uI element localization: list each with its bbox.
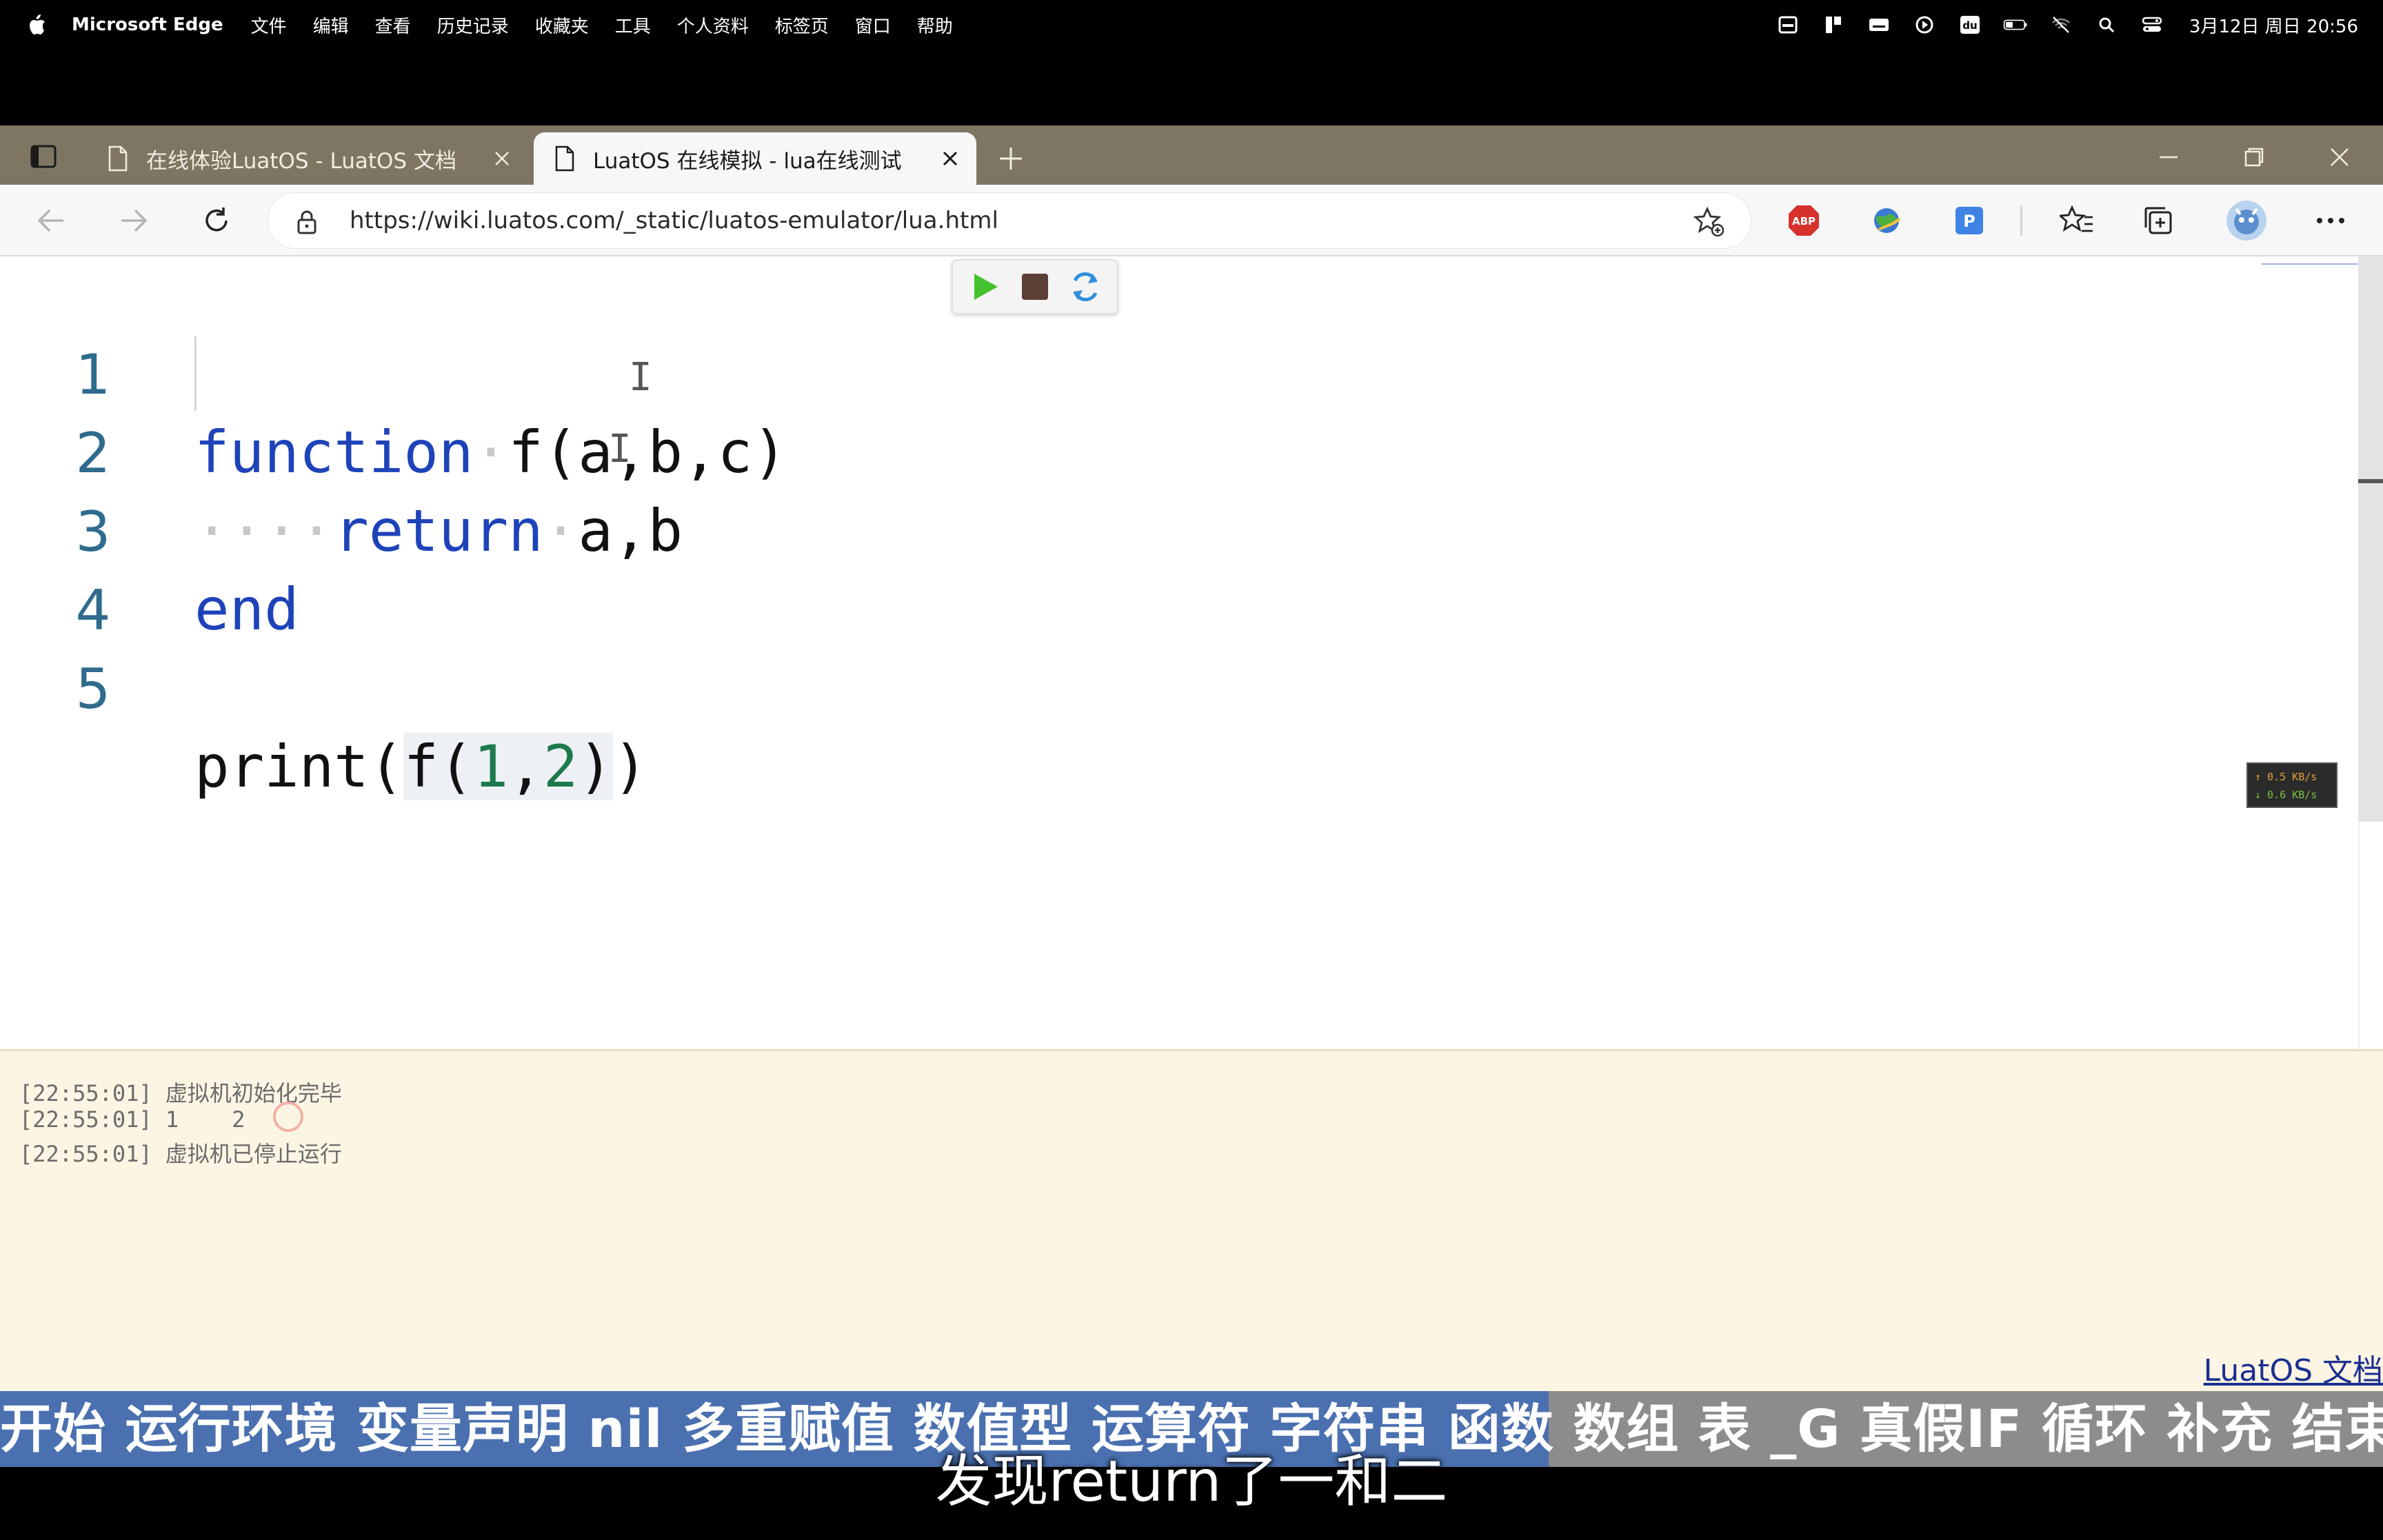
tab-title: LuatOS 在线模拟 - lua在线测试 <box>593 148 902 174</box>
bookmark-app-icon[interactable] <box>1821 14 1846 35</box>
svg-text:ABP: ABP <box>1792 215 1816 227</box>
code-text[interactable]: print(f(1,2)) <box>194 728 647 805</box>
text-cursor-ibeam-icon: I <box>629 355 652 400</box>
click-indicator <box>273 1102 303 1132</box>
url-text[interactable]: https://wiki.luatos.com/_static/luatos-e… <box>350 207 998 234</box>
battery-icon[interactable] <box>2003 14 2028 35</box>
play-circle-icon[interactable] <box>1912 14 1937 35</box>
browser-tab-strip: 在线体验LuatOS - LuatOS 文档 LuatOS 在线模拟 - lua… <box>0 125 2383 185</box>
input-method-icon[interactable]: du <box>1958 14 1982 35</box>
upload-speed: ↑ 0.5 KB/s <box>2255 771 2317 783</box>
minimap-marker <box>2262 258 2358 265</box>
minimize-window-icon[interactable] <box>2151 142 2186 172</box>
add-favorite-icon[interactable] <box>1693 205 1726 239</box>
close-tab-icon[interactable] <box>938 146 963 171</box>
tab-luatos-docs[interactable]: 在线体验LuatOS - LuatOS 文档 <box>90 132 528 185</box>
mouse-ibeam-icon: I <box>608 427 632 472</box>
scrollbar-thumb[interactable] <box>2358 256 2383 822</box>
run-play-icon[interactable] <box>965 267 1005 307</box>
app-name-menu[interactable]: Microsoft Edge <box>72 14 223 35</box>
code-line[interactable]: 1 function·f(a,b,c) <box>0 259 787 486</box>
favorites-icon[interactable] <box>2058 201 2096 240</box>
menu-history[interactable]: 历史记录 <box>437 12 509 38</box>
menu-help[interactable]: 帮助 <box>917 12 953 38</box>
svg-text:du: du <box>1962 19 1977 32</box>
code-line[interactable]: 3 end <box>0 416 299 643</box>
forward-arrow-icon[interactable] <box>114 201 153 240</box>
code-line[interactable]: 4 <box>0 495 209 642</box>
page-icon <box>108 145 128 172</box>
keyword-token: function <box>194 418 474 486</box>
apple-logo-icon[interactable] <box>25 13 48 37</box>
log-line: [22:55:01] 1 2 <box>19 1106 245 1133</box>
code-editor[interactable]: 1 function·f(a,b,c) 2 ····return·a,b 3 e… <box>0 256 2358 1049</box>
translate-extension-icon[interactable]: P <box>1950 201 1989 240</box>
download-speed: ↓ 0.6 KB/s <box>2255 789 2317 801</box>
lock-icon[interactable] <box>293 208 321 236</box>
keyboard-icon[interactable] <box>1867 14 1891 35</box>
browser-toolbar: https://wiki.luatos.com/_static/luatos-e… <box>0 185 2383 256</box>
keyword-token: return <box>334 497 543 565</box>
line-number: 5 <box>75 657 111 721</box>
close-tab-icon[interactable] <box>490 146 514 171</box>
menu-bar-clock[interactable]: 3月12日 周日 20:56 <box>2189 12 2358 38</box>
search-icon[interactable] <box>2094 14 2119 35</box>
menu-profile[interactable]: 个人资料 <box>677 12 749 38</box>
adblock-plus-icon[interactable]: ABP <box>1784 201 1823 240</box>
close-window-icon[interactable] <box>2322 142 2357 172</box>
code-text[interactable]: end <box>194 571 299 648</box>
page-icon <box>555 145 574 172</box>
menu-tools[interactable]: 工具 <box>615 12 651 38</box>
code-text[interactable]: function·f(a,b,c) <box>194 414 787 491</box>
control-center-icon[interactable] <box>2140 14 2164 35</box>
run-controls <box>952 259 1118 314</box>
collections-icon[interactable] <box>2139 201 2178 240</box>
menu-tabs[interactable]: 标签页 <box>775 12 829 38</box>
refresh-icon[interactable] <box>197 201 236 240</box>
back-arrow-icon[interactable] <box>32 201 70 240</box>
tab-title: 在线体验LuatOS - LuatOS 文档 <box>146 148 456 174</box>
menu-favorites[interactable]: 收藏夹 <box>535 12 589 38</box>
luatos-docs-link[interactable]: LuatOS 文档 <box>2204 1346 2383 1390</box>
address-bar[interactable]: https://wiki.luatos.com/_static/luatos-e… <box>268 192 1751 249</box>
menu-view[interactable]: 查看 <box>375 12 411 38</box>
page-content: 1 function·f(a,b,c) 2 ····return·a,b 3 e… <box>0 256 2383 1392</box>
video-subtitle: 发现return了一和二 <box>935 1449 1448 1514</box>
console-output: [22:55:01] 虚拟机初始化完毕 [22:55:01] 1 2 [22:5… <box>0 1049 2383 1392</box>
profile-avatar-icon[interactable] <box>2224 199 2269 243</box>
restart-icon[interactable] <box>1065 267 1105 307</box>
more-options-icon[interactable] <box>2311 201 2350 240</box>
stage-manager-icon[interactable] <box>1776 14 1800 35</box>
code-line[interactable]: 5 print(f(1,2)) <box>0 574 647 800</box>
code-line[interactable]: 2 ····return·a,b <box>0 338 683 565</box>
tab-actions-sidebar-icon[interactable] <box>25 141 62 172</box>
restore-window-icon[interactable] <box>2237 142 2271 172</box>
code-text[interactable]: ····return·a,b <box>194 492 683 569</box>
menu-file[interactable]: 文件 <box>251 12 287 38</box>
stop-icon[interactable] <box>1015 267 1055 307</box>
scroll-position-marker <box>2358 479 2383 483</box>
toolbar-separator <box>2020 205 2022 236</box>
menu-edit[interactable]: 编辑 <box>313 12 349 38</box>
globe-extension-icon[interactable] <box>1867 201 1906 240</box>
log-line: [22:55:01] 虚拟机已停止运行 <box>19 1141 342 1167</box>
wifi-off-icon[interactable] <box>2049 14 2073 35</box>
svg-text:P: P <box>1963 212 1975 231</box>
macos-menu-bar: Microsoft Edge 文件 编辑 查看 历史记录 收藏夹 工具 个人资料… <box>0 0 2383 50</box>
tab-luatos-emulator[interactable]: LuatOS 在线模拟 - lua在线测试 <box>534 132 976 185</box>
menu-window[interactable]: 窗口 <box>855 12 891 38</box>
new-tab-button[interactable] <box>993 141 1029 176</box>
network-speed-widget: ↑ 0.5 KB/s ↓ 0.6 KB/s <box>2246 762 2337 808</box>
